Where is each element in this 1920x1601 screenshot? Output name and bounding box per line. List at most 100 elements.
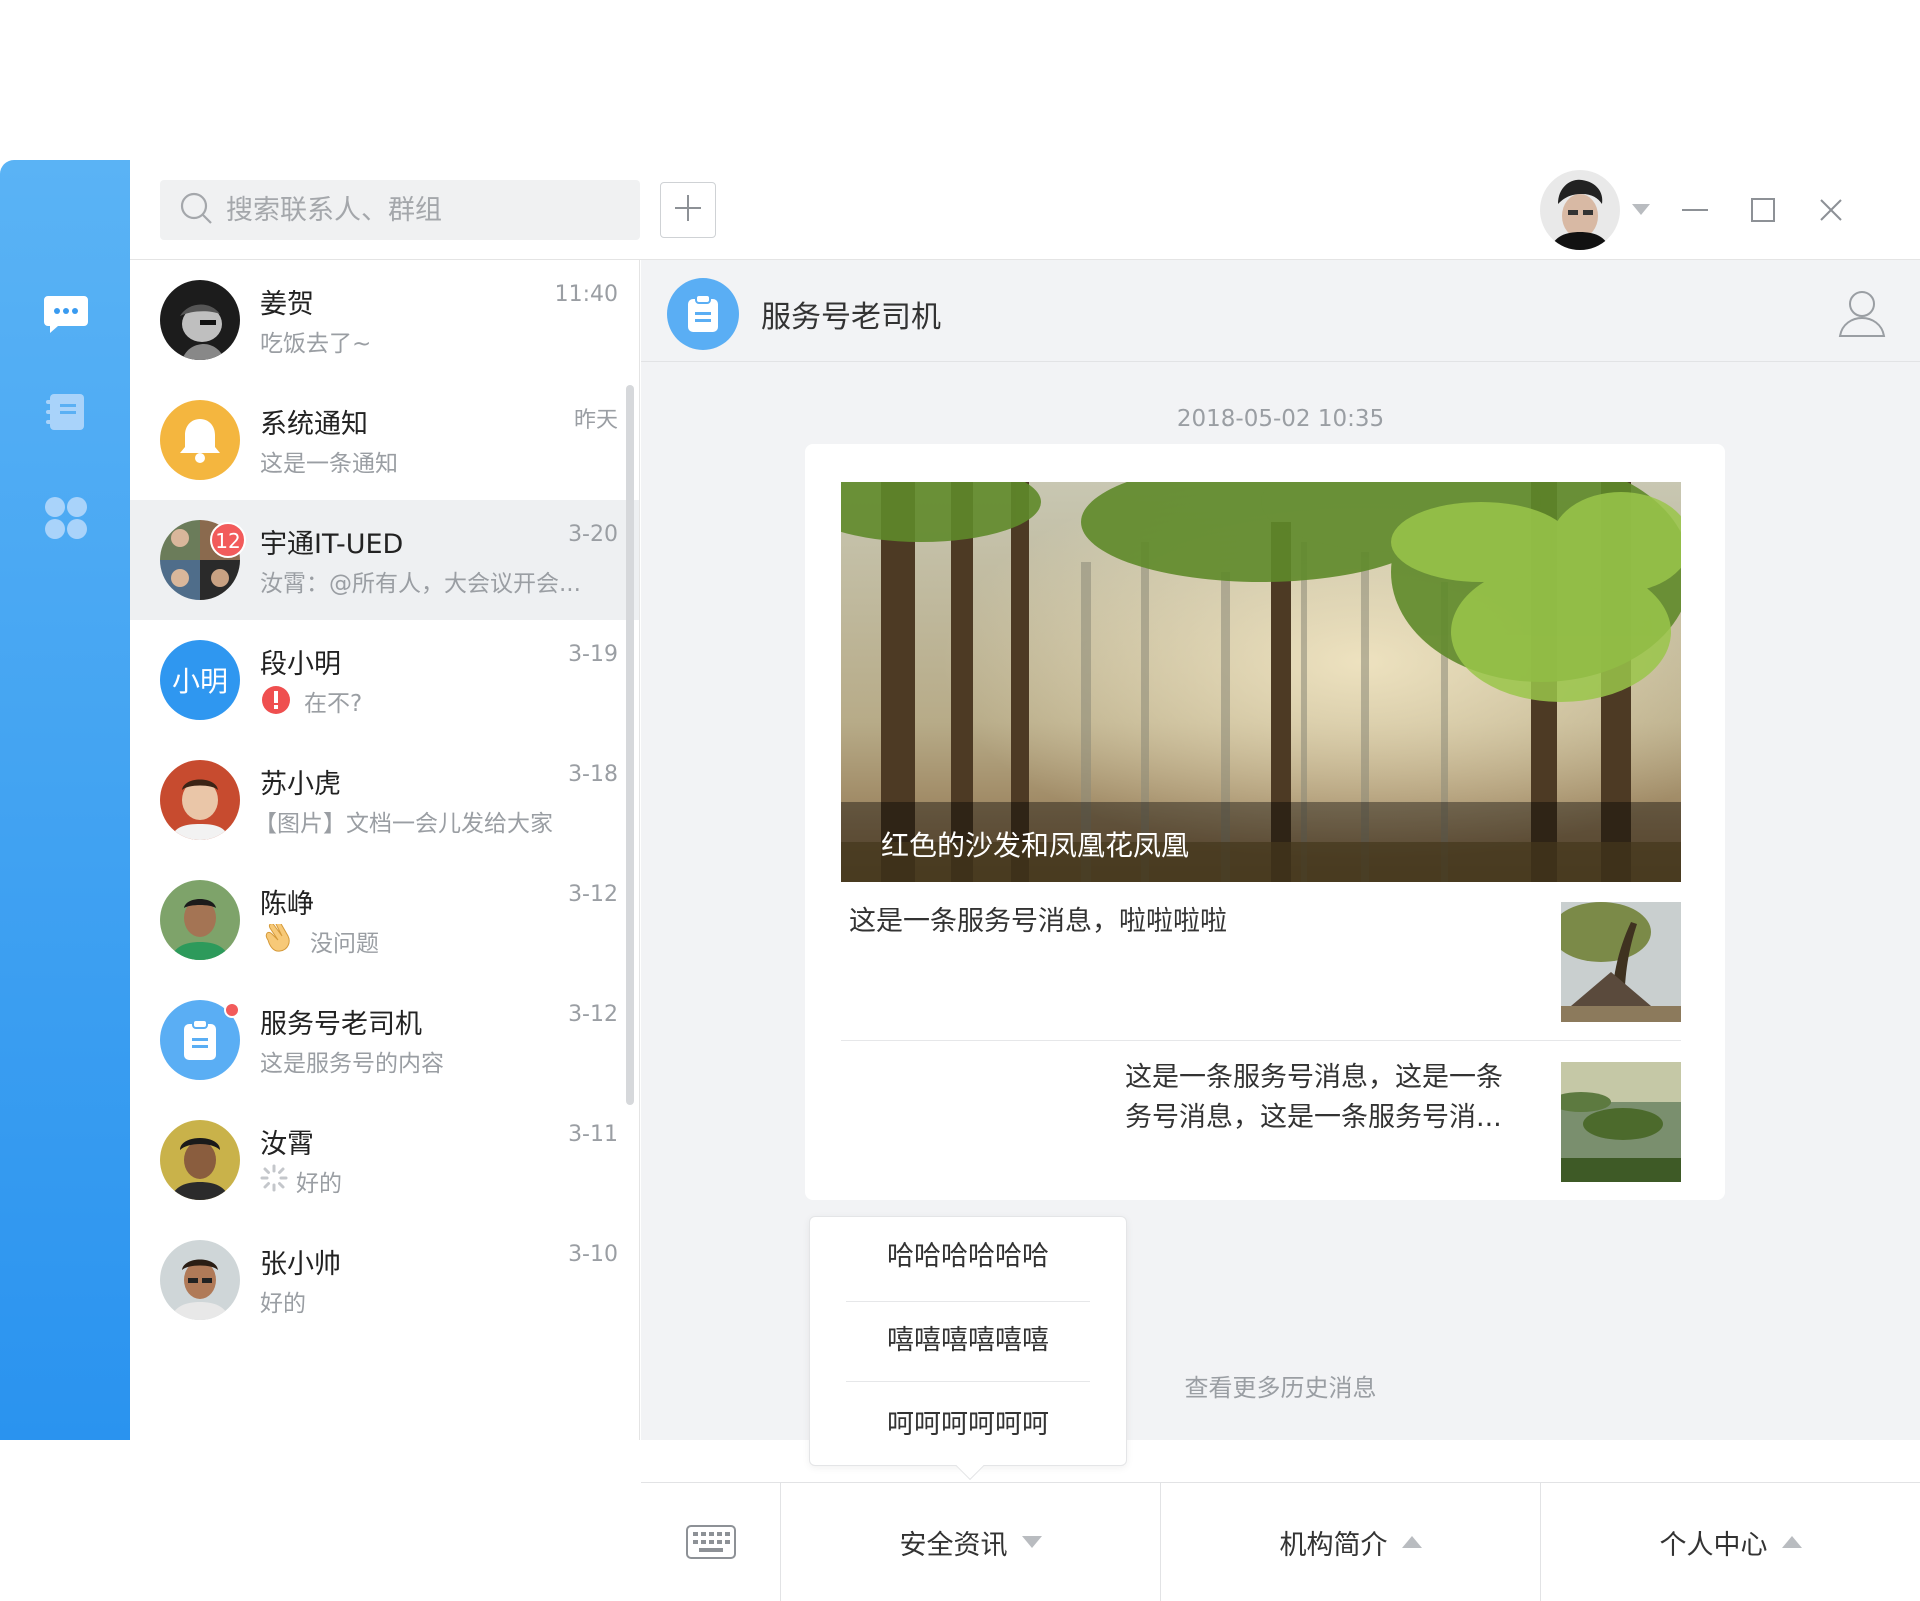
conversation-preview: 在不? [260,684,610,718]
chat-title: 服务号老司机 [761,300,941,335]
article-item[interactable]: 这是一条服务号消息，啦啦啦啦 [841,902,1681,1022]
caret-up-icon [1401,1536,1422,1548]
clap-emoji-icon [260,924,298,958]
hero-caption-text: 红色的沙发和凤凰花凤凰 [881,829,1190,862]
unread-dot [224,1002,240,1018]
conversation-time: 3-12 [568,882,618,907]
caret-up-icon [1781,1536,1802,1548]
conversation-time: 3-19 [568,642,618,667]
conversation-item[interactable]: 小明 段小明 3-19 在不? [130,620,639,740]
service-message-card: 红色的沙发和凤凰花凤凰 这是一条服务号消息，啦啦啦啦 这是一条服务号消息，这是一… [805,444,1725,1200]
clipboard-icon [667,278,739,350]
conversation-time: 11:40 [554,282,618,307]
preview-text: 好的 [296,1171,342,1197]
conversation-preview: 汝霄：@所有人，大会议开会... [260,571,581,597]
unread-badge: 12 [210,522,246,558]
conversation-preview: 【图片】文档一会儿发给大家 [254,811,553,837]
chat-header: 服务号老司机 [641,260,1920,362]
close-icon[interactable] [1806,185,1856,235]
contacts-nav-icon[interactable] [42,388,90,436]
conversation-item[interactable]: 汝霄 3-11 好的 [130,1100,639,1220]
caret-down-icon [1021,1536,1042,1548]
submenu-popup: 哈哈哈哈哈哈 嘻嘻嘻嘻嘻嘻 呵呵呵呵呵呵 [809,1216,1127,1481]
search-icon [178,190,214,230]
plus-icon [673,193,703,227]
submenu-item[interactable]: 嘻嘻嘻嘻嘻嘻 [846,1301,1090,1381]
preview-text: 在不? [304,691,363,717]
conversation-scrollbar[interactable] [626,385,634,1105]
nav-rail [0,160,130,1440]
conversation-item[interactable]: 苏小虎 3-18 【图片】文档一会儿发给大家 [130,740,639,860]
add-button[interactable] [660,182,716,238]
hero-caption: 红色的沙发和凤凰花凤凰 [841,802,1681,882]
menu-tab-label: 个人中心 [1659,1529,1768,1561]
conversation-list: 姜贺 11:40 吃饭去了~ 系统通知 昨天 这是一条通知 12 宇通IT-UE… [130,260,640,1440]
alert-icon [260,684,292,718]
menu-tab-label: 安全资讯 [899,1529,1008,1561]
user-menu-caret-icon[interactable] [1632,204,1650,215]
conversation-name: 宇通IT-UED [260,529,404,560]
menu-tab-security-news[interactable]: 安全资讯 [781,1483,1161,1601]
submenu-divider [846,1381,1090,1382]
minimize-icon[interactable] [1670,185,1720,235]
avatar [160,280,240,360]
conversation-item[interactable]: 姜贺 11:40 吃饭去了~ [130,260,639,380]
conversation-item[interactable]: 张小帅 3-10 好的 [130,1220,639,1340]
conversation-name: 张小帅 [260,1249,341,1280]
conversation-name: 姜贺 [260,289,314,320]
search-input[interactable] [226,194,626,226]
article-title-line: 这是一条服务号消息，这是一条 [1125,1062,1503,1093]
tree-thumbnail [1561,902,1681,1022]
top-bar [130,160,1920,260]
conversation-name: 段小明 [260,649,341,680]
item-divider [841,1040,1681,1041]
conversation-item[interactable]: 12 宇通IT-UED 3-20 汝霄：@所有人，大会议开会... [130,500,639,620]
conversation-name: 服务号老司机 [260,1009,422,1040]
apps-nav-icon[interactable] [42,494,90,542]
submenu-item[interactable]: 哈哈哈哈哈哈 [846,1217,1090,1297]
text-avatar: 小明 [160,640,240,720]
conversation-time: 3-20 [568,522,618,547]
conversation-name: 系统通知 [260,409,368,440]
search-box[interactable] [160,180,640,240]
conversation-preview: 好的 [260,1164,610,1198]
article-title: 这是一条服务号消息，啦啦啦啦 [849,906,1227,937]
conversation-item[interactable]: 陈峥 3-12 没问题 [130,860,639,980]
article-item[interactable]: 这是一条服务号消息，这是一条 务号消息，这是一条服务号消... [841,1058,1681,1182]
app-window: 姜贺 11:40 吃饭去了~ 系统通知 昨天 这是一条通知 12 宇通IT-UE… [0,160,1920,1601]
conversation-preview: 好的 [260,1291,306,1317]
conversation-item[interactable]: 系统通知 昨天 这是一条通知 [130,380,639,500]
conversation-name: 陈峥 [260,889,314,920]
profile-icon[interactable] [1834,286,1890,342]
conversation-time: 昨天 [573,408,618,433]
hero-article[interactable]: 红色的沙发和凤凰花凤凰 [841,482,1681,882]
maximize-icon[interactable] [1738,185,1788,235]
avatar [160,1120,240,1200]
chat-nav-icon[interactable] [42,290,90,338]
island-thumbnail [1561,1062,1681,1182]
conversation-name: 苏小虎 [260,769,341,800]
service-menu-bar: 安全资讯 机构简介 个人中心 [641,1482,1920,1601]
conversation-preview: 吃饭去了~ [260,331,372,357]
message-timestamp: 2018-05-02 10:35 [1176,406,1385,432]
avatar [160,1240,240,1320]
avatar [160,760,240,840]
conversation-time: 3-18 [568,762,618,787]
conversation-preview: 这是服务号的内容 [260,1051,444,1077]
article-title-line: 务号消息，这是一条服务号消... [1125,1102,1502,1133]
conversation-name: 汝霄 [260,1129,314,1160]
conversation-preview: 这是一条通知 [260,451,398,477]
loading-icon [260,1164,288,1198]
preview-text: 没问题 [310,931,379,957]
conversation-preview: 没问题 [260,924,610,958]
conversation-time: 3-11 [568,1122,618,1147]
conversation-time: 3-10 [568,1242,618,1267]
bell-icon [160,400,240,480]
conversation-item[interactable]: 服务号老司机 3-12 这是服务号的内容 [130,980,639,1100]
avatar [160,880,240,960]
menu-tab-org-intro[interactable]: 机构简介 [1161,1483,1541,1601]
user-avatar[interactable] [1540,170,1620,250]
conversation-time: 3-12 [568,1002,618,1027]
menu-tab-personal-center[interactable]: 个人中心 [1541,1483,1920,1601]
keyboard-icon[interactable] [641,1483,781,1601]
